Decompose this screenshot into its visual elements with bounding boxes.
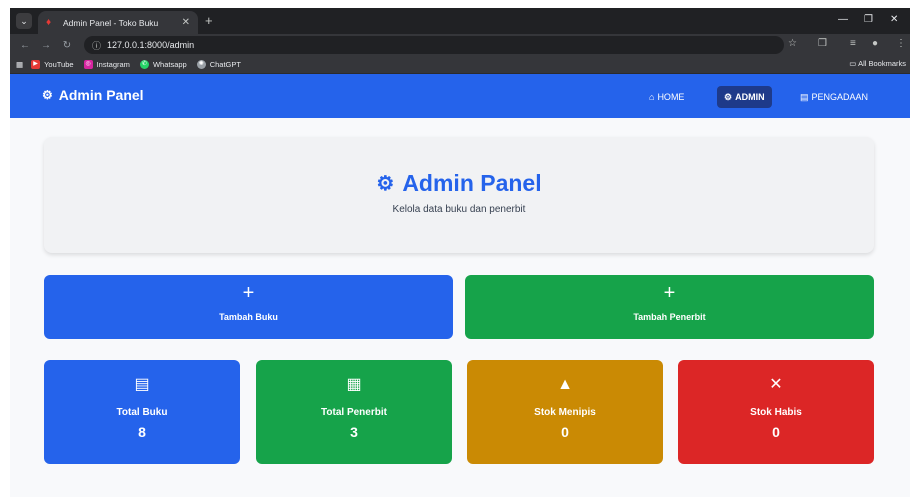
stat-card-total-publishers: ▦ Total Penerbit 3 (256, 360, 452, 464)
url-field[interactable]: ⓘ 127.0.0.1:8000/admin (84, 36, 784, 54)
restore-icon[interactable]: ❐ (864, 14, 873, 25)
nav-pengadaan[interactable]: ▤ PENGADAAN (793, 86, 875, 108)
bookmark-chatgpt[interactable]: ✺ ChatGPT (196, 60, 241, 69)
url-text: 127.0.0.1:8000/admin (107, 40, 195, 50)
warning-icon: ▲ (557, 376, 573, 393)
hero-card: ⚙ Admin Panel Kelola data buku dan pener… (44, 137, 874, 253)
media-icon[interactable]: ≡ (850, 38, 856, 49)
browser-window: ⌄ ♦ Admin Panel - Toko Buku ✕ + — ❐ ✕ ← … (10, 8, 910, 497)
close-window-icon[interactable]: ✕ (890, 14, 898, 25)
menu-kebab-icon[interactable]: ⋮ (896, 38, 906, 49)
profile-avatar-icon[interactable]: ● (872, 38, 878, 49)
stat-value: 0 (561, 424, 569, 440)
nav-admin-label: ADMIN (735, 92, 765, 102)
apps-icon[interactable]: ▦ (16, 60, 23, 69)
add-publisher-label: Tambah Penerbit (633, 312, 706, 322)
site-info-icon[interactable]: ⓘ (92, 39, 101, 52)
all-bookmarks-button[interactable]: ▭ All Bookmarks (849, 59, 906, 68)
youtube-icon: ▶ (31, 60, 41, 69)
page-title: ⚙ Admin Panel (44, 170, 874, 197)
stat-label: Stok Menipis (534, 407, 596, 418)
forward-icon[interactable]: → (40, 40, 52, 51)
plus-icon: + (663, 282, 676, 304)
stat-value: 0 (772, 424, 780, 440)
bookmark-whatsapp[interactable]: ✆ Whatsapp (139, 60, 187, 69)
clipboard-icon: ▤ (800, 91, 809, 102)
favicon-icon: ♦ (46, 17, 52, 28)
navbar-brand[interactable]: ⚙ Admin Panel (42, 87, 144, 103)
nav-pengadaan-label: PENGADAAN (811, 92, 869, 102)
tab-strip: ⌄ ♦ Admin Panel - Toko Buku ✕ + — ❐ ✕ (10, 8, 910, 34)
browser-tab[interactable]: ♦ Admin Panel - Toko Buku ✕ (38, 11, 198, 34)
tab-title: Admin Panel - Toko Buku (63, 17, 159, 28)
nav-admin[interactable]: ⚙ ADMIN (717, 86, 772, 108)
minimize-icon[interactable]: — (838, 14, 848, 25)
page-content: ⚙ Admin Panel ⌂ HOME ⚙ ADMIN ▤ PENGADAAN… (10, 74, 910, 497)
stat-value: 3 (350, 424, 358, 440)
plus-icon: + (242, 282, 255, 304)
stat-card-low-stock: ▲ Stok Menipis 0 (467, 360, 663, 464)
stat-label: Stok Habis (750, 407, 802, 418)
chatgpt-icon: ✺ (196, 60, 206, 69)
x-icon: ✕ (769, 376, 783, 393)
home-icon: ⌂ (649, 92, 655, 102)
hero-title-text: Admin Panel (402, 170, 542, 196)
stat-label: Total Penerbit (321, 407, 387, 418)
gear-icon: ⚙ (724, 91, 733, 102)
reload-icon[interactable]: ↻ (61, 40, 73, 51)
book-icon: ▤ (134, 376, 150, 393)
tab-close-icon[interactable]: ✕ (182, 17, 190, 28)
nav-home[interactable]: ⌂ HOME (642, 86, 691, 108)
stat-card-out-of-stock: ✕ Stok Habis 0 (678, 360, 874, 464)
folder-icon: ▭ (849, 59, 859, 68)
extensions-icon[interactable]: ❒ (818, 38, 827, 49)
tab-search-icon[interactable]: ⌄ (16, 13, 32, 29)
add-book-label: Tambah Buku (219, 312, 278, 322)
stat-card-total-books: ▤ Total Buku 8 (44, 360, 240, 464)
brand-label: Admin Panel (58, 87, 144, 103)
bookmark-instagram[interactable]: ◎ Instagram (83, 60, 130, 69)
site-navbar: ⚙ Admin Panel ⌂ HOME ⚙ ADMIN ▤ PENGADAAN (10, 74, 910, 118)
nav-home-label: HOME (657, 92, 685, 102)
add-book-button[interactable]: + Tambah Buku (44, 275, 453, 339)
instagram-icon: ◎ (83, 60, 93, 69)
hero-subtitle: Kelola data buku dan penerbit (392, 204, 526, 215)
bookmarks-bar: ▦ ▶ YouTube ◎ Instagram ✆ Whatsapp ✺ ChatGPT… (10, 56, 910, 74)
bookmark-youtube[interactable]: ▶ YouTube (31, 60, 74, 69)
stat-value: 8 (138, 424, 146, 440)
address-bar: ← → ↻ ⓘ 127.0.0.1:8000/admin ☆ ❒ ≡ ● ⋮ (10, 34, 910, 56)
gears-icon: ⚙ (376, 173, 395, 195)
bookmark-star-icon[interactable]: ☆ (788, 38, 797, 49)
building-icon: ▦ (346, 376, 362, 393)
new-tab-icon[interactable]: + (205, 13, 213, 28)
whatsapp-icon: ✆ (139, 60, 149, 69)
add-publisher-button[interactable]: + Tambah Penerbit (465, 275, 874, 339)
gears-icon: ⚙ (42, 88, 53, 102)
stat-label: Total Buku (116, 407, 168, 418)
back-icon[interactable]: ← (19, 40, 31, 51)
